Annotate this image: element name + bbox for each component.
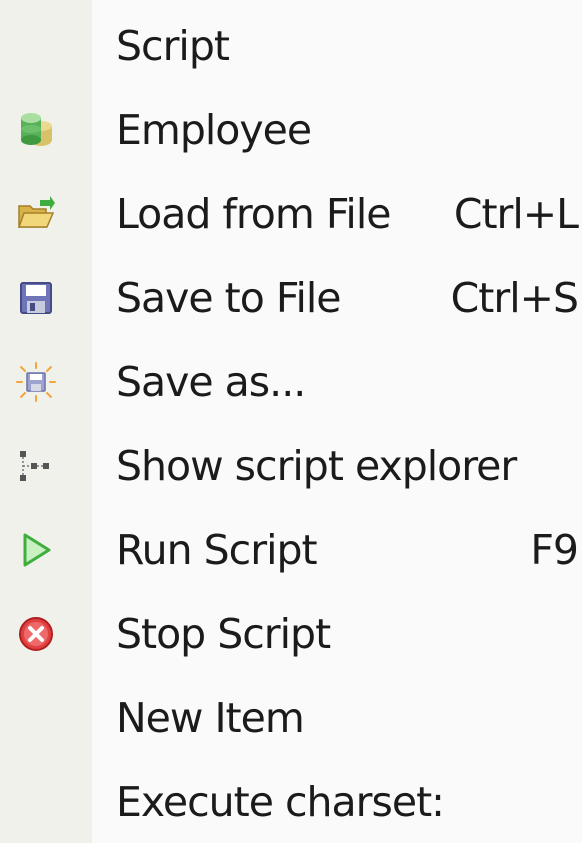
menu-item-save-as[interactable]: Save as... bbox=[0, 340, 582, 424]
menu-item-execute-charset[interactable]: Execute charset: bbox=[0, 760, 582, 844]
menu-item-employee[interactable]: Employee bbox=[0, 88, 582, 172]
menu-item-label: Employee bbox=[116, 106, 312, 154]
tree-explorer-icon bbox=[16, 446, 56, 486]
menu-item-label: Load from File bbox=[116, 190, 391, 238]
save-as-icon bbox=[16, 362, 56, 402]
menu-item-stop-script[interactable]: Stop Script bbox=[0, 592, 582, 676]
shortcut-label: F9 bbox=[530, 526, 579, 574]
menu-item-label: New Item bbox=[116, 694, 305, 742]
menu-item-label: Run Script bbox=[116, 526, 318, 574]
open-folder-icon bbox=[16, 194, 56, 234]
menu-item-label: Save to File bbox=[116, 274, 341, 322]
menu-item-label: Stop Script bbox=[116, 610, 331, 658]
menu-item-load-from-file[interactable]: Load from File Ctrl+L bbox=[0, 172, 582, 256]
database-icon bbox=[16, 110, 56, 150]
menu-item-label: Script bbox=[116, 22, 230, 70]
menu-item-label: Save as... bbox=[116, 358, 306, 406]
play-icon bbox=[16, 530, 56, 570]
menu-item-run-script[interactable]: Run Script F9 bbox=[0, 508, 582, 592]
menu-item-label: Show script explorer bbox=[116, 442, 517, 490]
menu-item-new-item[interactable]: New Item bbox=[0, 676, 582, 760]
menu-item-script[interactable]: Script bbox=[0, 4, 582, 88]
menu-item-save-to-file[interactable]: Save to File Ctrl+S bbox=[0, 256, 582, 340]
floppy-disk-icon bbox=[16, 278, 56, 318]
shortcut-label: Ctrl+L bbox=[453, 190, 579, 238]
menu-item-show-script-explorer[interactable]: Show script explorer bbox=[0, 424, 582, 508]
menu-item-label: Execute charset: bbox=[116, 778, 445, 826]
stop-icon bbox=[16, 614, 56, 654]
context-menu: Script Employee Load from File Ctrl+L Sa… bbox=[0, 0, 582, 843]
shortcut-label: Ctrl+S bbox=[450, 274, 579, 322]
